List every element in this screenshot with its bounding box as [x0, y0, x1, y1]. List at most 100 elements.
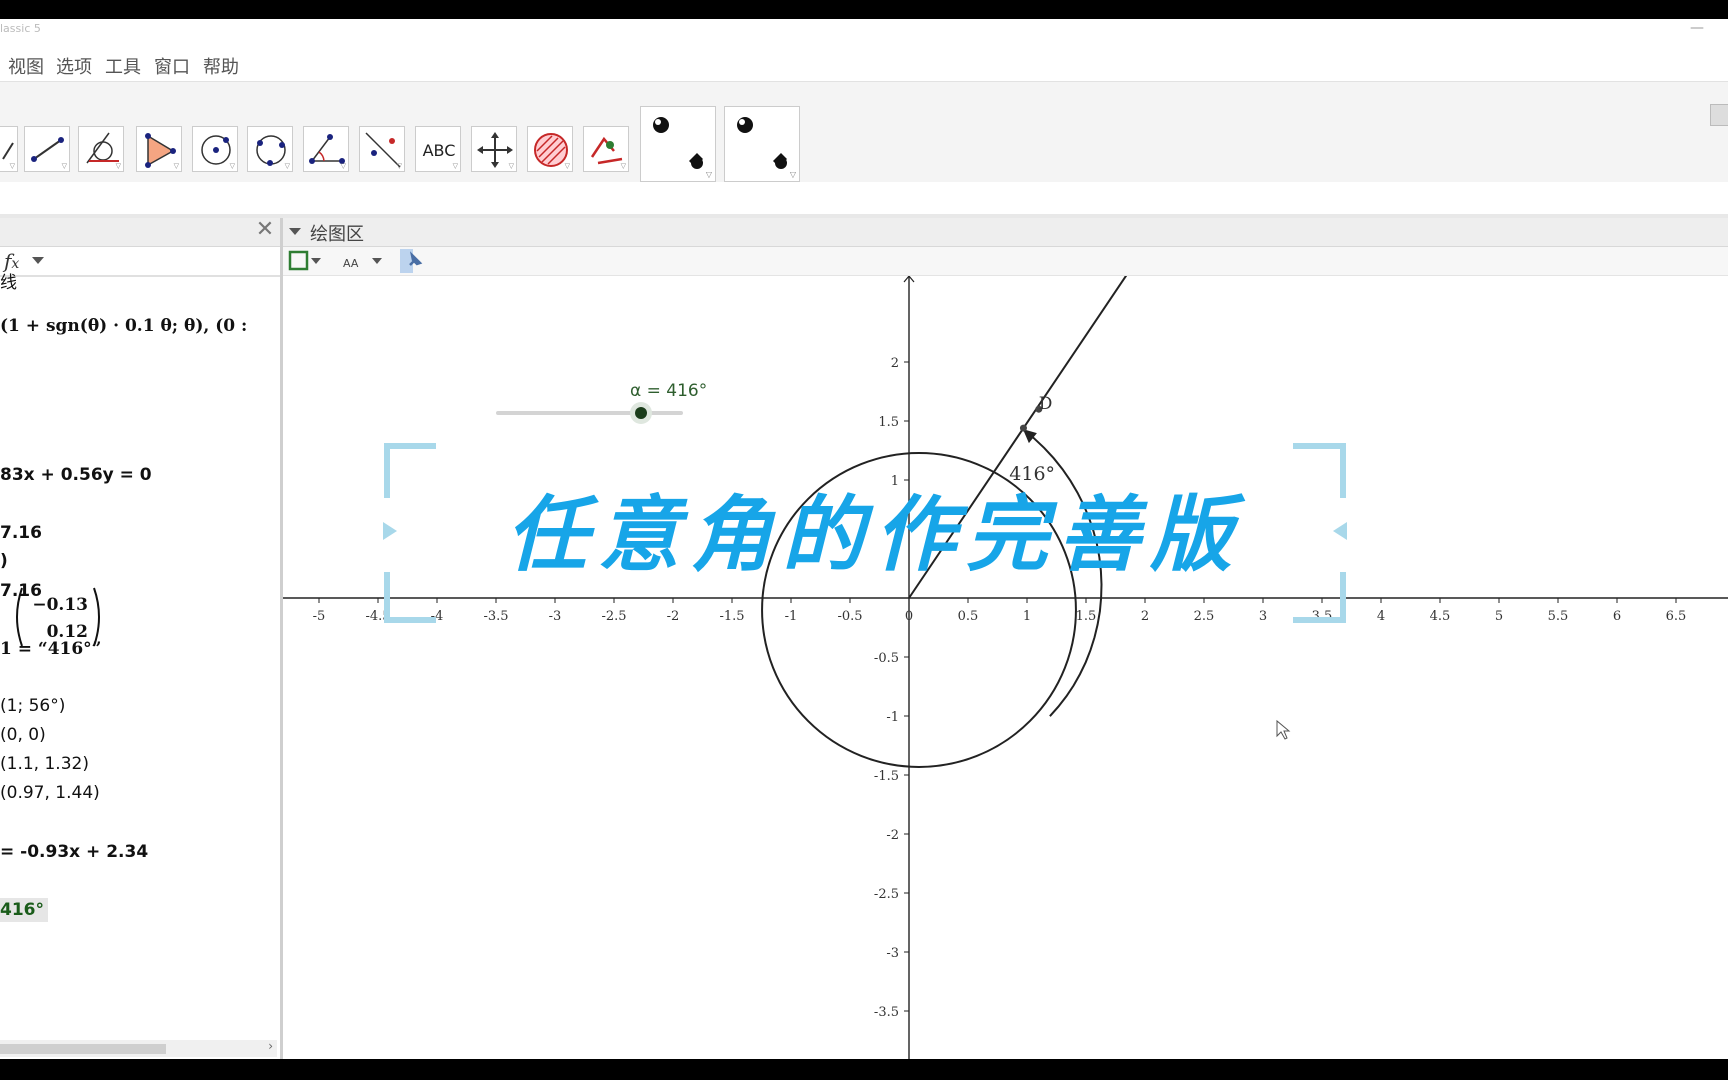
- algebra-item-text: = -0.93x + 2.34: [0, 842, 149, 862]
- chevron-down-icon: [311, 258, 321, 264]
- menu-view[interactable]: 视图: [8, 53, 44, 79]
- y-tick-label: -3: [886, 946, 899, 961]
- x-tick-label: -2.5: [601, 609, 626, 624]
- x-tick-label: 2: [1141, 609, 1149, 624]
- algebra-item-text: (0, 0): [0, 725, 46, 745]
- input-bar[interactable]: [0, 182, 1728, 214]
- algebra-item[interactable]: 线: [0, 268, 17, 293]
- x-tick-label: -5: [313, 609, 326, 624]
- x-tick-label: 6: [1613, 609, 1621, 624]
- x-tick-label: 0.5: [958, 609, 979, 624]
- x-tick-label: -0.5: [837, 609, 862, 624]
- algebra-item[interactable]: (0, 0): [0, 725, 46, 745]
- x-tick-label: -1: [785, 609, 798, 624]
- minimize-button[interactable]: —: [1690, 20, 1704, 36]
- tool-circle-three[interactable]: ▽: [247, 126, 293, 172]
- cursor-icon: [1276, 719, 1291, 740]
- coordinate-plane[interactable]: -5 -4.5 -4 -3.5 -3 -2.5 -2 -1.5 -1 -0.5 0 0.5 1 1.5 2 2…: [283, 218, 1728, 1059]
- toolbar: ▽ ▽ ▽ ▽ ▽ ▽ ▽ ▽ ABC ▽ ▽ ▽ ▽ ▽ ▽: [0, 81, 1728, 183]
- scrollbar-thumb[interactable]: [0, 1044, 166, 1054]
- tool-angle[interactable]: ▽: [303, 126, 349, 172]
- custom-tool-1[interactable]: ▽: [640, 106, 716, 182]
- title-bar: lassic 5 —: [0, 19, 1728, 47]
- algebra-item[interactable]: 7.16: [0, 523, 42, 543]
- horizontal-scrollbar[interactable]: ›: [0, 1039, 277, 1057]
- algebra-item-text: 7.16: [0, 523, 42, 543]
- y-tick-label: 1: [891, 474, 899, 489]
- algebra-item-text: (1 + sgn(θ) · 0.1 θ; θ), (0 :: [0, 316, 248, 336]
- y-tick-label: 2: [891, 356, 899, 371]
- x-tick-label: 0: [905, 609, 913, 624]
- tool-move-graphics[interactable]: ▽: [471, 126, 517, 172]
- algebra-item-text: 线: [0, 273, 17, 293]
- y-tick-label: -2.5: [874, 887, 899, 902]
- angle-label: 416°: [1009, 463, 1055, 485]
- algebra-item[interactable]: (1.1, 1.32): [0, 754, 89, 774]
- tool-circle-center[interactable]: ▽: [192, 126, 238, 172]
- algebra-item[interactable]: (1 + sgn(θ) · 0.1 θ; θ), (0 :: [0, 316, 247, 336]
- toolbar-side-button[interactable]: [1710, 104, 1728, 126]
- chevron-down-icon[interactable]: [289, 228, 301, 235]
- tool-polygon[interactable]: ▽: [136, 126, 182, 172]
- x-tick-label: 5.5: [1548, 609, 1569, 624]
- geogebra-window: lassic 5 — 视图 选项 工具 窗口 帮助 ▽ ▽ ▽ ▽ ▽ ▽ ▽ …: [0, 19, 1728, 1059]
- y-tick-label: -1: [886, 710, 899, 725]
- tool-partial[interactable]: ▽: [0, 126, 18, 172]
- menu-tools[interactable]: 工具: [105, 53, 141, 79]
- pin-icon[interactable]: [404, 251, 424, 271]
- algebra-item[interactable]: 83x + 0.56y = 0: [0, 465, 152, 485]
- x-tick-label: 4.5: [1430, 609, 1451, 624]
- algebra-header: ✕: [0, 218, 280, 247]
- tool-segment[interactable]: ▽: [24, 126, 70, 172]
- y-tick-label: -1.5: [874, 769, 899, 784]
- custom-tool-2[interactable]: ▽: [724, 106, 800, 182]
- matrix-bottom: 0.12: [47, 622, 88, 642]
- x-tick-label: -4: [431, 609, 444, 624]
- tool-transform[interactable]: ▽: [583, 126, 629, 172]
- menu-window[interactable]: 窗口: [154, 53, 190, 79]
- close-icon[interactable]: ✕: [254, 219, 276, 241]
- style-controls: AA: [288, 249, 413, 273]
- x-tick-label: -3: [549, 609, 562, 624]
- vector-matrix[interactable]: −0.13 0.12: [12, 586, 104, 648]
- tool-hatched-region[interactable]: ▽: [527, 126, 573, 172]
- tool-perpendicular[interactable]: ▽: [78, 126, 124, 172]
- matrix-top: −0.13: [32, 595, 88, 615]
- window-title: lassic 5: [0, 22, 41, 35]
- algebra-item-text: 83x + 0.56y = 0: [0, 465, 152, 485]
- chevron-down-icon[interactable]: [32, 257, 44, 264]
- color-swatch-icon: [288, 250, 309, 271]
- algebra-view: ✕ fx 线 (1 + sgn(θ) · 0.1 θ; θ), (0 : 83x +…: [0, 218, 283, 1059]
- menu-bar: 视图 选项 工具 窗口 帮助: [0, 47, 1728, 81]
- slider-handle: [635, 407, 647, 419]
- algebra-item-text: (1.1, 1.32): [0, 754, 89, 774]
- x-tick-label: 4: [1377, 609, 1385, 624]
- menu-help[interactable]: 帮助: [203, 53, 239, 79]
- graphics-view[interactable]: -5 -4.5 -4 -3.5 -3 -2.5 -2 -1.5 -1 -0.5 0 0.5 1 1.5 2 2…: [283, 218, 1728, 1059]
- algebra-item[interactable]: ): [0, 551, 8, 571]
- x-tick-label: 2.5: [1194, 609, 1215, 624]
- menu-options[interactable]: 选项: [56, 53, 92, 79]
- algebra-item[interactable]: = -0.93x + 2.34: [0, 842, 148, 862]
- algebra-item[interactable]: (1; 56°): [0, 696, 65, 716]
- algebra-item-text: (0.97, 1.44): [0, 783, 100, 803]
- y-tick-label: -2: [886, 828, 899, 843]
- tool-text[interactable]: ABC ▽: [415, 126, 461, 172]
- svg-text:ABC: ABC: [423, 141, 456, 160]
- x-tick-label: -4.5: [365, 609, 390, 624]
- x-tick-label: -1.5: [719, 609, 744, 624]
- y-tick-label: -3.5: [874, 1005, 899, 1020]
- x-tick-label: -2: [667, 609, 680, 624]
- x-tick-label: 1: [1023, 609, 1031, 624]
- algebra-item[interactable]: 416°: [0, 898, 48, 922]
- graphics-style-bar: AA: [283, 247, 1728, 276]
- x-tick-label: 3: [1259, 609, 1267, 624]
- tool-reflect[interactable]: ▽: [359, 126, 405, 172]
- graphics-header: 绘图区: [283, 218, 1728, 247]
- chevron-right-icon[interactable]: ›: [268, 1039, 273, 1053]
- algebra-style-bar: fx: [0, 247, 280, 277]
- algebra-item-text: 416°: [0, 898, 48, 922]
- algebra-item-text: (1; 56°): [0, 696, 66, 716]
- algebra-item[interactable]: (0.97, 1.44): [0, 783, 100, 803]
- y-tick-label: 1.5: [878, 415, 899, 430]
